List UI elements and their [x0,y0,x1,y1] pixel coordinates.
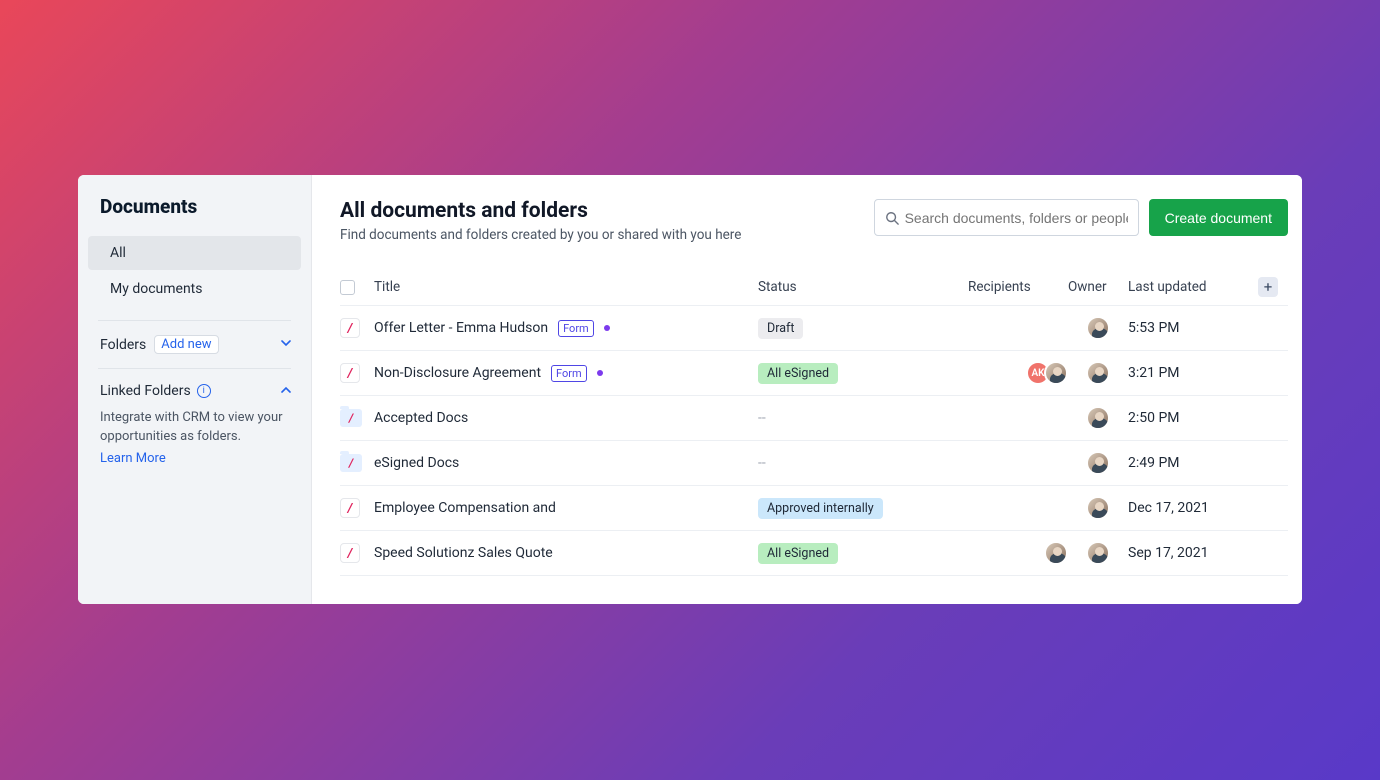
table-row[interactable]: / Non-Disclosure Agreement Form All eSigned… [340,351,1288,396]
table-row[interactable]: / eSigned Docs -- 2:49 PM [340,441,1288,486]
document-icon: / [340,318,360,338]
column-last-updated[interactable]: Last updated [1128,279,1258,295]
linked-folders-label: Linked Folders [100,383,191,399]
search-input[interactable] [905,210,1128,226]
sidebar: Documents All My documents Folders Add n… [78,175,312,604]
table-row[interactable]: / Offer Letter - Emma Hudson Form Draft 5:53… [340,306,1288,351]
table-header: Title Status Recipients Owner Last updat… [340,269,1288,306]
recipients-cell: AK [968,361,1068,385]
last-updated-cell: Dec 17, 2021 [1128,500,1258,516]
title-cell[interactable]: Offer Letter - Emma Hudson Form [374,320,758,337]
last-updated-cell: 2:49 PM [1128,455,1258,471]
status-cell: All eSigned [758,363,968,384]
sidebar-item-my-documents[interactable]: My documents [88,272,301,306]
chevron-down-icon [281,338,291,351]
table-row[interactable]: / Accepted Docs -- 2:50 PM [340,396,1288,441]
avatar[interactable] [1086,406,1110,430]
avatar[interactable] [1044,541,1068,565]
add-column-button[interactable]: + [1258,277,1278,297]
documents-table: Title Status Recipients Owner Last updat… [340,269,1288,576]
document-title: Employee Compensation and [374,500,556,516]
form-badge: Form [551,365,587,382]
status-badge: All eSigned [758,363,838,384]
search-box[interactable] [874,199,1139,236]
column-title[interactable]: Title [374,279,758,295]
status-empty: -- [758,410,766,426]
learn-more-link[interactable]: Learn More [78,447,311,466]
sidebar-item-all[interactable]: All [88,236,301,270]
owner-cell [1068,451,1128,475]
status-cell: All eSigned [758,543,968,564]
main-content: All documents and folders Find documents… [312,175,1302,604]
folders-label: Folders [100,337,146,353]
app-window: Documents All My documents Folders Add n… [78,175,1302,604]
title-cell[interactable]: eSigned Docs [374,455,758,471]
last-updated-cell: 2:50 PM [1128,410,1258,426]
status-badge: All eSigned [758,543,838,564]
select-all-checkbox[interactable] [340,280,355,295]
last-updated-cell: Sep 17, 2021 [1128,545,1258,561]
page-title: All documents and folders [340,199,874,223]
divider [98,320,291,321]
document-title: eSigned Docs [374,455,459,471]
header-text: All documents and folders Find documents… [340,199,874,243]
table-row[interactable]: / Speed Solutionz Sales Quote All eSigned S… [340,531,1288,576]
divider [98,368,291,369]
status-badge: Approved internally [758,498,883,519]
avatar[interactable] [1086,496,1110,520]
info-icon[interactable]: i [197,384,211,398]
add-new-folder-button[interactable]: Add new [154,335,218,354]
document-icon: / [340,543,360,563]
status-cell: -- [758,455,968,471]
folder-icon: / [340,409,362,427]
owner-cell [1068,361,1128,385]
owner-cell [1068,406,1128,430]
avatar[interactable] [1086,451,1110,475]
header-row: All documents and folders Find documents… [340,199,1288,243]
document-title: Accepted Docs [374,410,468,426]
folders-section-header[interactable]: Folders Add new [78,335,311,354]
sidebar-title: Documents [78,195,311,236]
status-badge: Draft [758,318,803,339]
column-recipients[interactable]: Recipients [968,279,1068,295]
column-owner[interactable]: Owner [1068,279,1128,295]
avatar[interactable] [1086,541,1110,565]
chevron-up-icon [281,385,291,398]
table-row[interactable]: / Employee Compensation and Approved inter… [340,486,1288,531]
create-document-button[interactable]: Create document [1149,199,1288,236]
linked-folders-header[interactable]: Linked Folders i [78,383,311,399]
last-updated-cell: 3:21 PM [1128,365,1258,381]
recipients-cell [968,541,1068,565]
title-cell[interactable]: Employee Compensation and [374,500,758,516]
status-empty: -- [758,455,766,471]
title-cell[interactable]: Accepted Docs [374,410,758,426]
search-icon [885,211,899,225]
folder-icon: / [340,454,362,472]
sidebar-item-label: My documents [110,281,202,297]
document-icon: / [340,363,360,383]
sidebar-item-label: All [110,245,126,261]
linked-folders-description: Integrate with CRM to view your opportun… [78,399,311,447]
document-title: Speed Solutionz Sales Quote [374,545,553,561]
owner-cell [1068,541,1128,565]
status-cell: Approved internally [758,498,968,519]
status-cell: -- [758,410,968,426]
avatar[interactable] [1086,316,1110,340]
unread-dot-icon [597,370,603,376]
owner-cell [1068,496,1128,520]
document-title: Non-Disclosure Agreement [374,365,541,381]
column-status[interactable]: Status [758,279,968,295]
status-cell: Draft [758,318,968,339]
title-cell[interactable]: Non-Disclosure Agreement Form [374,365,758,382]
form-badge: Form [558,320,594,337]
document-icon: / [340,498,360,518]
last-updated-cell: 5:53 PM [1128,320,1258,336]
unread-dot-icon [604,325,610,331]
document-title: Offer Letter - Emma Hudson [374,320,548,336]
avatar[interactable] [1044,361,1068,385]
owner-cell [1068,316,1128,340]
avatar[interactable] [1086,361,1110,385]
title-cell[interactable]: Speed Solutionz Sales Quote [374,545,758,561]
page-subtitle: Find documents and folders created by yo… [340,227,874,243]
